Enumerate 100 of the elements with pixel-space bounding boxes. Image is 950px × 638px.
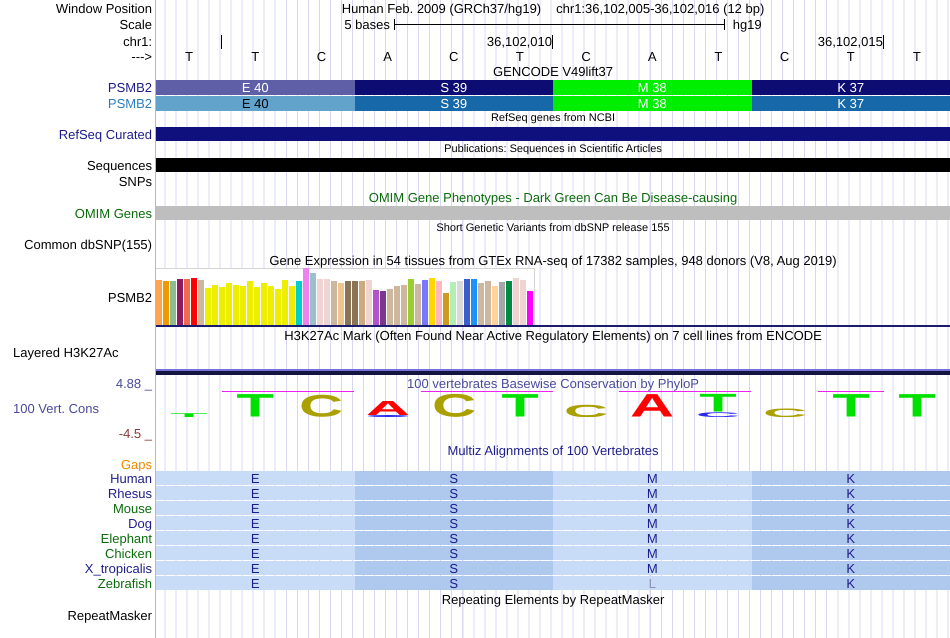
expression-bar[interactable]: [303, 268, 309, 325]
expression-bar[interactable]: [247, 281, 253, 325]
exon-segment[interactable]: S 39: [354, 96, 553, 111]
expression-bar[interactable]: [443, 293, 449, 325]
alignment-cell: M: [553, 531, 752, 545]
alignment-cell: K: [752, 531, 950, 545]
track-label[interactable]: PSMB2: [108, 80, 152, 94]
track-label[interactable]: SNPs: [118, 174, 152, 188]
expression-bar[interactable]: [184, 279, 190, 325]
track-label[interactable]: PSMB2: [108, 290, 152, 305]
alignment-cell: K: [752, 546, 950, 560]
track-label[interactable]: Elephant: [100, 531, 152, 546]
track-title: H3K27Ac Mark (Often Found Near Active Regulatory Elements) on 7 cell lines from ENCODE: [284, 328, 822, 342]
expression-bar[interactable]: [450, 282, 456, 325]
expression-bar[interactable]: [471, 279, 477, 325]
expression-bar[interactable]: [289, 286, 295, 325]
expression-bar[interactable]: [415, 284, 421, 325]
exon-segment[interactable]: K 37: [752, 80, 950, 95]
expression-bar[interactable]: [520, 280, 526, 325]
track-label[interactable]: Human: [110, 471, 152, 486]
expression-bar[interactable]: [324, 279, 330, 325]
expression-bar[interactable]: [464, 279, 470, 325]
expression-bar[interactable]: [170, 281, 176, 325]
feature-bar[interactable]: [156, 158, 950, 172]
expression-bar[interactable]: [296, 281, 302, 325]
base-letter: T: [516, 50, 524, 63]
expression-bar[interactable]: [422, 280, 428, 325]
expression-bar[interactable]: [226, 283, 232, 325]
logo-letter: A: [630, 393, 674, 417]
assembly-text: Human Feb. 2009 (GRCh37/hg19): [342, 0, 542, 16]
expression-bar[interactable]: [317, 279, 323, 325]
expression-bar[interactable]: [219, 287, 225, 325]
exon-segment[interactable]: K 37: [752, 96, 950, 111]
expression-bar[interactable]: [177, 279, 183, 325]
expression-bar[interactable]: [191, 278, 197, 325]
expression-bar[interactable]: [282, 280, 288, 325]
expression-bar[interactable]: [163, 281, 169, 325]
feature-bar[interactable]: [156, 206, 950, 220]
track-label[interactable]: RepeatMasker: [67, 608, 152, 622]
expression-bar[interactable]: [359, 281, 365, 325]
expression-bar[interactable]: [492, 286, 498, 325]
expression-bar[interactable]: [513, 278, 519, 325]
expression-bar[interactable]: [436, 281, 442, 325]
expression-bar[interactable]: [457, 281, 463, 325]
expression-bar[interactable]: [380, 291, 386, 325]
logo-letter: C: [564, 404, 608, 417]
expression-bar[interactable]: [310, 273, 316, 325]
alignment-cell: M: [553, 546, 752, 560]
expression-bar[interactable]: [254, 287, 260, 325]
expression-bar[interactable]: [261, 283, 267, 325]
expression-bar[interactable]: [233, 285, 239, 325]
track-label[interactable]: X_tropicalis: [84, 561, 152, 576]
track-label[interactable]: Dog: [128, 516, 152, 531]
track-label[interactable]: Layered H3K27Ac: [13, 345, 119, 360]
expression-bar[interactable]: [527, 291, 533, 325]
expression-bar[interactable]: [366, 280, 372, 325]
track-label[interactable]: Common dbSNP(155): [24, 236, 152, 252]
expression-bar[interactable]: [268, 286, 274, 325]
expression-bar[interactable]: [338, 283, 344, 325]
logo-letter: T: [828, 393, 873, 417]
track-title: RefSeq genes from NCBI: [490, 112, 616, 125]
expression-bar[interactable]: [205, 288, 211, 325]
track-label[interactable]: Sequences: [86, 158, 152, 172]
expression-bar[interactable]: [485, 281, 491, 325]
base-letter: C: [581, 50, 591, 63]
alignment-cell: E: [156, 471, 354, 485]
expression-bar[interactable]: [156, 280, 162, 325]
track-label[interactable]: RefSeq Curated: [58, 126, 152, 142]
track-label[interactable]: Rhesus: [108, 486, 152, 501]
expression-bar[interactable]: [331, 281, 337, 325]
expression-bar[interactable]: [212, 285, 218, 325]
track-label[interactable]: Mouse: [112, 501, 152, 516]
expression-bar[interactable]: [429, 278, 435, 325]
expression-bar[interactable]: [387, 289, 393, 325]
expression-bar[interactable]: [506, 281, 512, 325]
track-label[interactable]: 100 Vert. Cons: [0, 401, 99, 416]
track-label[interactable]: PSMB2: [108, 96, 152, 110]
coordinate-label: 36,102,010: [486, 35, 552, 49]
track-label[interactable]: Chicken: [105, 546, 152, 561]
track-label[interactable]: Zebrafish: [98, 576, 152, 591]
feature-bar[interactable]: [156, 127, 950, 141]
logo-letter: C: [432, 393, 476, 417]
expression-bar[interactable]: [275, 289, 281, 325]
exon-segment[interactable]: E 40: [156, 80, 354, 95]
expression-bar[interactable]: [352, 281, 358, 325]
expression-bar[interactable]: [345, 281, 351, 325]
exon-segment[interactable]: E 40: [156, 96, 354, 111]
expression-bar[interactable]: [408, 279, 414, 325]
exon-segment[interactable]: S 39: [354, 80, 553, 95]
alignment-cell: E: [156, 576, 354, 590]
alignment-cell: M: [553, 486, 752, 500]
expression-bar[interactable]: [499, 282, 505, 325]
expression-bar[interactable]: [401, 285, 407, 325]
expression-bar[interactable]: [240, 286, 246, 325]
track-label[interactable]: OMIM Genes: [74, 206, 152, 220]
expression-bar[interactable]: [478, 283, 484, 325]
alignment-cell: K: [752, 561, 950, 575]
expression-bar[interactable]: [198, 280, 204, 325]
expression-bar[interactable]: [373, 290, 379, 325]
expression-bar[interactable]: [394, 286, 400, 325]
